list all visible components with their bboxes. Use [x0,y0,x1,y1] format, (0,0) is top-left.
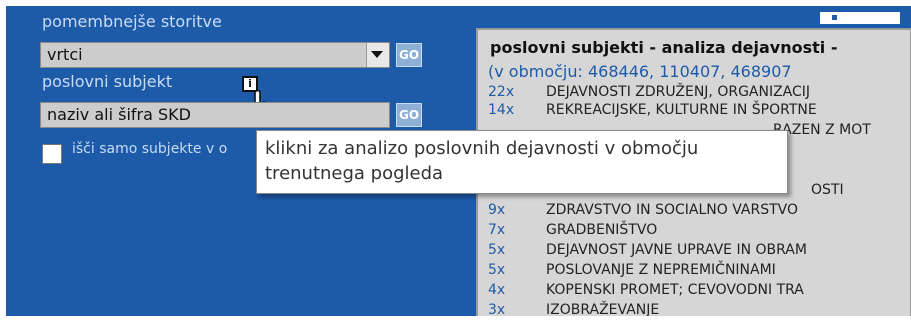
row-name: DEJAVNOSTI ZDRUŽENJ, ORGANIZACIJ [546,84,811,100]
row-name: REKREACIJSKE, KULTURNE IN ŠPORTNE [546,102,817,118]
row-count: 4x [488,282,506,298]
subject-input[interactable]: naziv ali šifra SKD [40,102,390,128]
services-label: pomembnejše storitve [42,12,222,31]
row-count: 3x [488,302,506,316]
tooltip: klikni za analizo poslovnih dejavnosti v… [256,130,788,194]
only-in-area-checkbox[interactable] [42,144,62,164]
top-link[interactable]: ПОГЛЕД [731,6,797,16]
row-name: POSLOVANJE Z NEPREMIČNINAMI [546,262,776,278]
tooltip-text: klikni za analizo poslovnih dejavnosti v… [265,138,699,184]
row-name: OSTI [811,182,844,198]
row-count: 5x [488,262,506,278]
row-name: DEJAVNOST JAVNE UPRAVE IN OBRAM [546,242,807,258]
row-name: KOPENSKI PROMET; CEVOVODNI TRA [546,282,804,298]
subject-go-button[interactable]: GO [396,103,422,127]
only-in-area-label: išči samo subjekte v o [72,141,228,157]
row-count: 22x [488,84,515,100]
subject-input-placeholder: naziv ali šifra SKD [47,105,191,124]
row-count: 14x [488,102,515,118]
subject-label: poslovni subjekt [42,72,173,91]
services-select[interactable]: vrtci [40,42,390,68]
row-name: ZDRAVSTVO IN SOCIALNO VARSTVO [546,202,798,218]
row-count: 9x [488,202,506,218]
chevron-down-icon [371,51,383,58]
services-go-button[interactable]: GO [396,43,422,67]
row-name: IZOBRAŽEVANJE [546,302,660,316]
services-select-value: vrtci [47,45,83,64]
row-count: 5x [488,242,506,258]
panel-area: (v območju: 468446, 110407, 468907 [488,62,792,81]
row-count: 7x [488,222,506,238]
top-dot-icon [832,15,837,20]
panel-title: poslovni subjekti - analiza dejavnosti - [490,38,838,57]
row-name: GRADBENIŠTVO [546,222,658,238]
map-frame: pomembnejše storitve vrtci GO poslovni s… [6,6,911,316]
